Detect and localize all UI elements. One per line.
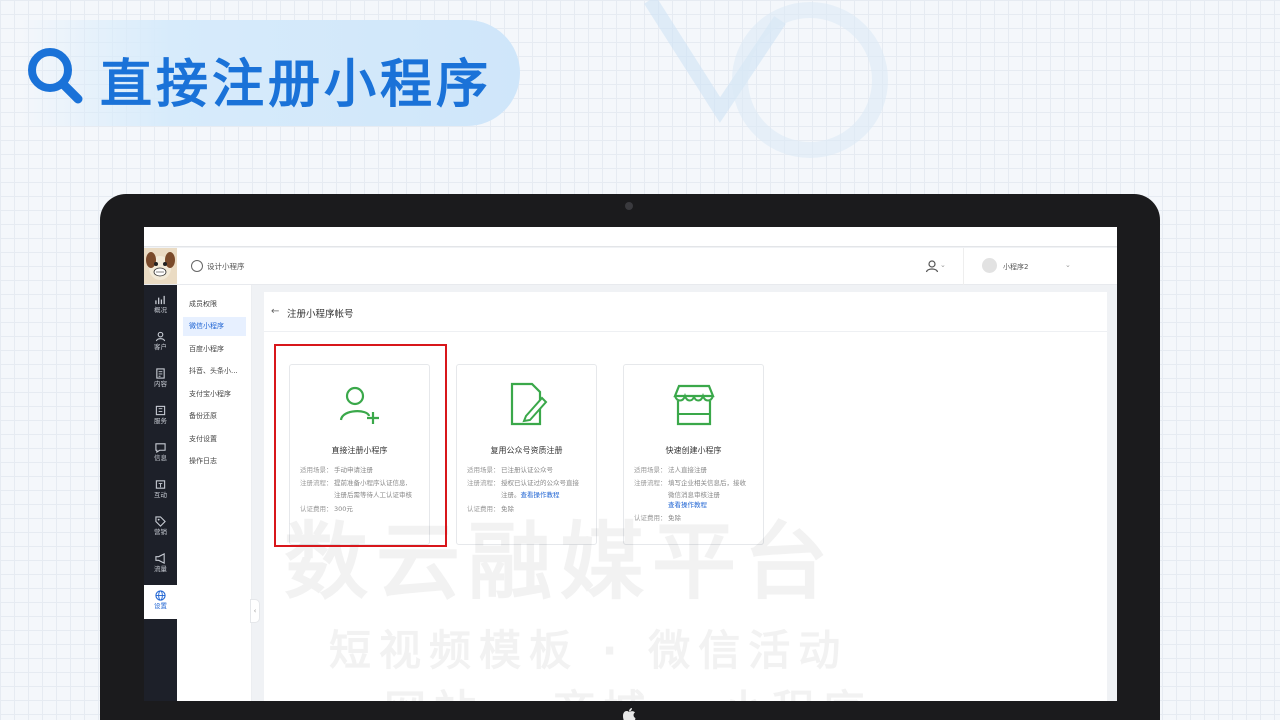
sidebar-item-overview[interactable]: 概况	[144, 289, 177, 323]
subnav-item-backup[interactable]: 备份还原	[183, 407, 246, 426]
settings-subnav: 成员权限 微信小程序 百度小程序 抖音、头条小... 支付宝小程序 备份还原 支…	[177, 285, 252, 701]
user-icon[interactable]	[925, 259, 939, 273]
sidebar-item-settings[interactable]: 设置	[144, 585, 177, 619]
service-icon	[155, 405, 166, 416]
avatar[interactable]	[982, 258, 997, 273]
page-title: 注册小程序帐号	[287, 309, 354, 320]
card-scene-row: 适用场景： 已注册认证公众号	[467, 466, 553, 474]
card-title: 复用公众号资质注册	[490, 446, 563, 455]
interaction-icon	[155, 480, 166, 489]
sidebar-item-marketing[interactable]: 营销	[144, 511, 177, 545]
apple-logo-icon	[623, 708, 636, 720]
card-title: 快速创建小程序	[665, 446, 722, 455]
chevron-down-icon[interactable]: ⌄	[1065, 261, 1071, 269]
globe-icon	[155, 590, 166, 601]
highlight-box	[274, 344, 447, 547]
sidebar-item-content[interactable]: 内容	[144, 363, 177, 397]
user-icon	[155, 331, 166, 342]
search-icon	[28, 48, 83, 104]
tag-icon	[155, 516, 166, 527]
sidebar-item-service[interactable]: 服务	[144, 400, 177, 434]
subnav-item-payment[interactable]: 支付设置	[183, 430, 246, 449]
store-icon	[673, 384, 715, 426]
sidebar-item-customers[interactable]: 客户	[144, 326, 177, 360]
camera-icon	[625, 202, 633, 210]
collapse-sidebar-button[interactable]: ‹	[250, 599, 260, 623]
subnav-item-alipay-miniapp[interactable]: 支付宝小程序	[183, 385, 246, 404]
account-name[interactable]: 小程序2	[1003, 262, 1028, 272]
project-icon	[191, 260, 203, 272]
project-name[interactable]: 设计小程序	[207, 261, 245, 272]
main-sidebar: 概况 客户 内容 服务 信息 互动 营销 流量 设置	[144, 285, 177, 701]
arrow-left-icon[interactable]: ←	[271, 306, 279, 317]
card-flow-row: 注册流程： 填写企业相关信息后，接收	[634, 479, 746, 487]
sidebar-item-interaction[interactable]: 互动	[144, 474, 177, 508]
app-header: 设计小程序 ⌄ 小程序2 ⌄	[144, 248, 1117, 285]
browser-strip	[144, 227, 1117, 247]
page-header: ← 注册小程序帐号	[264, 292, 1107, 332]
header-divider	[963, 248, 964, 285]
laptop-frame: 设计小程序 ⌄ 小程序2 ⌄ 概况 客户 内容 服务 信息 互动 营销 流量 设…	[100, 194, 1160, 720]
watermark-line-3: 网站 · 商城 · 小程序	[384, 677, 872, 701]
chart-icon	[155, 295, 165, 305]
megaphone-icon	[155, 553, 165, 564]
subnav-item-douyin-miniapp[interactable]: 抖音、头条小...	[183, 362, 246, 381]
logo	[144, 248, 177, 284]
sidebar-item-traffic[interactable]: 流量	[144, 548, 177, 582]
edit-document-icon	[510, 382, 548, 426]
document-icon	[156, 368, 165, 379]
subnav-item-wechat-miniapp[interactable]: 微信小程序	[183, 317, 246, 336]
card-flow-row: 注册流程： 授权已认证过的公众号直接	[467, 479, 579, 487]
card-scene-row: 适用场景： 法人直接注册	[634, 466, 707, 474]
subnav-item-members[interactable]: 成员权限	[183, 295, 246, 314]
sidebar-item-message[interactable]: 信息	[144, 437, 177, 471]
slide-header: 直接注册小程序	[20, 20, 520, 126]
slide-title: 直接注册小程序	[100, 55, 493, 115]
message-icon	[155, 443, 166, 453]
subnav-item-baidu-miniapp[interactable]: 百度小程序	[183, 340, 246, 359]
watermark-line-2: 短视频模板 · 微信活动	[329, 626, 849, 675]
subnav-item-logs[interactable]: 操作日志	[183, 452, 246, 471]
chevron-down-icon[interactable]: ⌄	[940, 261, 946, 269]
